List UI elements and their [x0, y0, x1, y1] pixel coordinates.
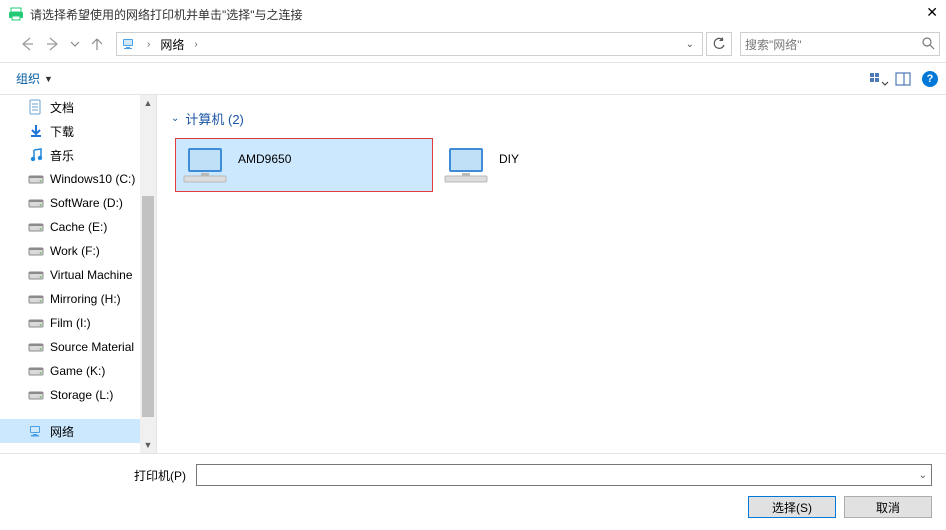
- tree-item[interactable]: Windows10 (C:): [0, 167, 156, 191]
- tree-item-label: 下载: [50, 123, 74, 140]
- tree-item-label: 文档: [50, 99, 74, 116]
- forward-button[interactable]: [42, 33, 64, 55]
- help-button[interactable]: ?: [922, 71, 938, 87]
- window-title: 请选择希望使用的网络打印机并单击"选择"与之连接: [30, 6, 908, 23]
- tree-item[interactable]: 网络: [0, 419, 156, 443]
- address-bar[interactable]: › 网络 › ⌄: [116, 32, 703, 56]
- body-split: 文档下载音乐 Windows10 (C:) SoftWare (D:) Cache (…: [0, 95, 946, 454]
- chevron-down-icon: ▼: [44, 74, 53, 84]
- tree-item[interactable]: Virtual Machine: [0, 263, 156, 287]
- drive-icon: [28, 219, 44, 235]
- printer-combobox[interactable]: ⌄: [196, 464, 932, 486]
- chevron-down-icon: ⌄: [919, 470, 927, 481]
- sidebar-scrollbar[interactable]: ▲ ▼: [140, 95, 156, 453]
- preview-pane-button[interactable]: [890, 67, 916, 91]
- up-button[interactable]: [86, 33, 108, 55]
- tree-item-label: Storage (L:): [50, 388, 113, 402]
- scroll-up-button[interactable]: ▲: [140, 95, 156, 111]
- tree-item-label: Virtual Machine: [50, 268, 133, 282]
- view-options-button[interactable]: [864, 67, 890, 91]
- network-icon: [119, 34, 139, 54]
- tree-item-label: SoftWare (D:): [50, 196, 123, 210]
- tree-item-label: Source Material: [50, 340, 134, 354]
- drive-icon: [28, 339, 44, 355]
- download-icon: [28, 123, 44, 139]
- search-icon: [921, 36, 935, 53]
- tree-item-label: Mirroring (H:): [50, 292, 121, 306]
- breadcrumb-network[interactable]: 网络: [156, 36, 188, 53]
- select-button[interactable]: 选择(S): [748, 496, 836, 518]
- tree-item-label: Work (F:): [50, 244, 100, 258]
- tree-item-label: 音乐: [50, 147, 74, 164]
- address-dropdown-button[interactable]: ⌄: [680, 39, 700, 50]
- tree-item-label: Game (K:): [50, 364, 105, 378]
- computer-name: AMD9650: [238, 152, 291, 178]
- drive-icon: [28, 291, 44, 307]
- refresh-button[interactable]: [706, 32, 732, 56]
- computer-item[interactable]: AMD9650: [175, 138, 433, 192]
- tree-item[interactable]: Cache (E:): [0, 215, 156, 239]
- chevron-down-icon: ⌄: [171, 113, 179, 124]
- tree-item[interactable]: Work (F:): [0, 239, 156, 263]
- recent-locations-button[interactable]: [68, 33, 82, 55]
- drive-icon: [28, 195, 44, 211]
- scroll-thumb[interactable]: [142, 196, 154, 418]
- navigation-tree: 文档下载音乐 Windows10 (C:) SoftWare (D:) Cache (…: [0, 95, 157, 453]
- search-placeholder: 搜索"网络": [745, 36, 921, 53]
- content-pane: ⌄ 计算机 (2) AMD9650 DIY: [157, 95, 946, 453]
- computer-name: DIY: [499, 152, 519, 178]
- tree-item[interactable]: Film (I:): [0, 311, 156, 335]
- computer-item[interactable]: DIY: [437, 138, 695, 192]
- tree-item[interactable]: Mirroring (H:): [0, 287, 156, 311]
- navigation-bar: › 网络 › ⌄ 搜索"网络": [0, 28, 946, 62]
- drive-icon: [28, 243, 44, 259]
- tree-item[interactable]: SoftWare (D:): [0, 191, 156, 215]
- tree-item[interactable]: Game (K:): [0, 359, 156, 383]
- computer-icon: [445, 145, 487, 185]
- command-bar: 组织 ▼ ?: [0, 63, 946, 95]
- tree-item-label: Windows10 (C:): [50, 172, 135, 186]
- tree-item[interactable]: 音乐: [0, 143, 156, 167]
- group-label: 计算机 (2): [185, 109, 244, 128]
- computer-icon: [184, 145, 226, 185]
- title-bar: 请选择希望使用的网络打印机并单击"选择"与之连接 ✕: [0, 0, 946, 28]
- tree-item-label: Cache (E:): [50, 220, 107, 234]
- printer-icon: [8, 6, 24, 22]
- bottom-panel: 打印机(P) ⌄ 选择(S) 取消: [0, 454, 946, 530]
- tree-item[interactable]: Storage (L:): [0, 383, 156, 407]
- organize-label: 组织: [16, 70, 40, 87]
- drive-icon: [28, 363, 44, 379]
- drive-icon: [28, 267, 44, 283]
- chevron-right-icon[interactable]: ›: [188, 39, 203, 50]
- drive-icon: [28, 387, 44, 403]
- group-header-computers[interactable]: ⌄ 计算机 (2): [167, 105, 936, 138]
- chevron-right-icon[interactable]: ›: [141, 39, 156, 50]
- drive-icon: [28, 315, 44, 331]
- drive-icon: [28, 171, 44, 187]
- tree-item-label: 网络: [50, 423, 74, 440]
- tree-item[interactable]: Source Material: [0, 335, 156, 359]
- printer-field-label: 打印机(P): [14, 467, 190, 484]
- cancel-button[interactable]: 取消: [844, 496, 932, 518]
- organize-menu-button[interactable]: 组织 ▼: [16, 70, 53, 87]
- scroll-down-button[interactable]: ▼: [140, 437, 156, 453]
- tree-item-label: Film (I:): [50, 316, 91, 330]
- tree-item[interactable]: 文档: [0, 95, 156, 119]
- network-icon: [28, 423, 44, 439]
- back-button[interactable]: [16, 33, 38, 55]
- doc-icon: [28, 99, 44, 115]
- close-button[interactable]: ✕: [908, 4, 938, 24]
- search-input[interactable]: 搜索"网络": [740, 32, 940, 56]
- tree-item[interactable]: 下载: [0, 119, 156, 143]
- music-icon: [28, 147, 44, 163]
